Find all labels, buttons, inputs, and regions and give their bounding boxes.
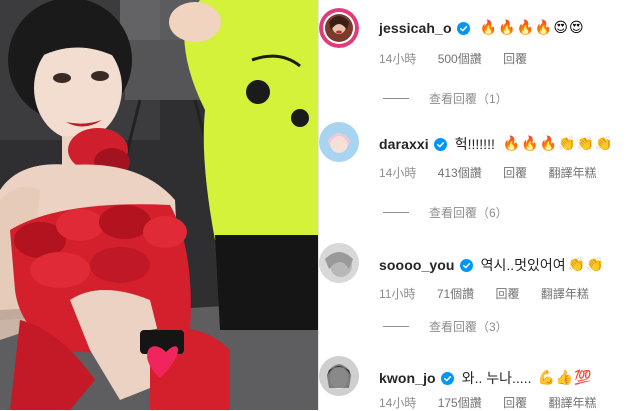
comment-time: 14小時 <box>379 52 417 66</box>
verified-badge-icon <box>459 258 473 272</box>
reply-button[interactable]: 回覆 <box>503 52 527 66</box>
comment-username[interactable]: soooo_you <box>379 257 455 273</box>
comment-time: 11小時 <box>379 287 416 301</box>
post-photo <box>0 0 318 410</box>
fire-emoji-icon: 🔥 <box>498 20 516 36</box>
comment-emojis: 🔥 🔥 🔥 🔥 😍 😍 <box>480 21 584 35</box>
comment-likes[interactable]: 71個讚 <box>437 287 474 301</box>
comment-likes[interactable]: 175個讚 <box>438 396 482 410</box>
reply-button[interactable]: 回覆 <box>496 287 520 301</box>
clap-emoji-icon: 👏 <box>576 136 595 152</box>
fire-emoji-icon: 🔥 <box>479 20 498 36</box>
verified-badge-icon <box>456 21 470 35</box>
comment-emojis: 💪 👍 💯 <box>537 371 591 385</box>
fire-emoji-icon: 🔥 <box>539 136 558 152</box>
comment-text: 헉!!!!!!! <box>454 136 495 152</box>
clap-emoji-icon: 👏 <box>567 257 586 273</box>
view-replies-button[interactable]: 查看回覆（3） <box>383 318 508 335</box>
avatar[interactable] <box>319 356 359 396</box>
verified-badge-icon <box>433 137 447 151</box>
comment-text: 와.. 누나..... <box>461 370 532 386</box>
clap-emoji-icon: 👏 <box>558 136 576 152</box>
hundred-points-emoji-icon: 💯 <box>574 370 592 386</box>
avatar[interactable] <box>319 8 359 48</box>
clap-emoji-icon: 👏 <box>586 257 604 273</box>
comment-likes[interactable]: 413個讚 <box>438 166 482 180</box>
view-replies-button[interactable]: 查看回覆（6） <box>383 204 508 221</box>
comment-meta: 14小時 413個讚 回覆 翻譯年糕 <box>379 164 614 181</box>
fire-emoji-icon: 🔥 <box>502 136 521 152</box>
photo-illustration <box>0 0 318 410</box>
view-replies-label[interactable]: 查看回覆（3） <box>429 318 508 335</box>
clap-emoji-icon: 👏 <box>595 136 613 152</box>
comment-emojis: 🔥 🔥 🔥 👏 👏 👏 <box>503 137 613 151</box>
comment-meta: 14小時 500個讚 回覆 <box>379 50 545 67</box>
comment-likes[interactable]: 500個讚 <box>438 52 482 66</box>
comments-panel: jessicah_o 🔥 🔥 🔥 🔥 😍 😍 14小時 500個讚 回覆 查看回… <box>319 0 640 410</box>
reply-button[interactable]: 回覆 <box>503 166 527 180</box>
translate-button[interactable]: 翻譯年糕 <box>548 166 596 180</box>
translate-button[interactable]: 翻譯年糕 <box>541 287 589 301</box>
replies-line <box>383 326 409 327</box>
comment-username[interactable]: kwon_jo <box>379 370 436 386</box>
avatar[interactable] <box>319 243 359 283</box>
view-replies-label[interactable]: 查看回覆（1） <box>429 90 508 107</box>
reply-button[interactable]: 回覆 <box>503 396 527 410</box>
verified-badge-icon <box>440 371 454 385</box>
heart-eyes-emoji-icon: 😍 <box>553 20 568 36</box>
comment-time: 14小時 <box>379 166 417 180</box>
fire-emoji-icon: 🔥 <box>521 136 539 152</box>
comment-meta: 14小時 175個讚 回覆 翻譯年糕 <box>379 394 614 411</box>
view-replies-button[interactable]: 查看回覆（1） <box>383 90 508 107</box>
comment-time: 14小時 <box>379 396 417 410</box>
thumbs-up-emoji-icon: 👍 <box>555 370 574 386</box>
view-replies-label[interactable]: 查看回覆（6） <box>429 204 508 221</box>
comment-meta: 11小時 71個讚 回覆 翻譯年糕 <box>379 285 607 302</box>
comment-username[interactable]: daraxxi <box>379 136 429 152</box>
translate-button[interactable]: 翻譯年糕 <box>548 396 596 410</box>
fire-emoji-icon: 🔥 <box>516 20 534 36</box>
comment-text: 역시..멋있어여 <box>480 257 566 273</box>
replies-line <box>383 98 409 99</box>
flexed-biceps-emoji-icon: 💪 <box>537 370 555 386</box>
replies-line <box>383 212 409 213</box>
comment-username[interactable]: jessicah_o <box>379 20 452 36</box>
heart-eyes-emoji-icon: 😍 <box>568 20 584 36</box>
comment-emojis: 👏 👏 <box>568 258 604 272</box>
fire-emoji-icon: 🔥 <box>534 20 553 36</box>
avatar[interactable] <box>319 122 359 162</box>
